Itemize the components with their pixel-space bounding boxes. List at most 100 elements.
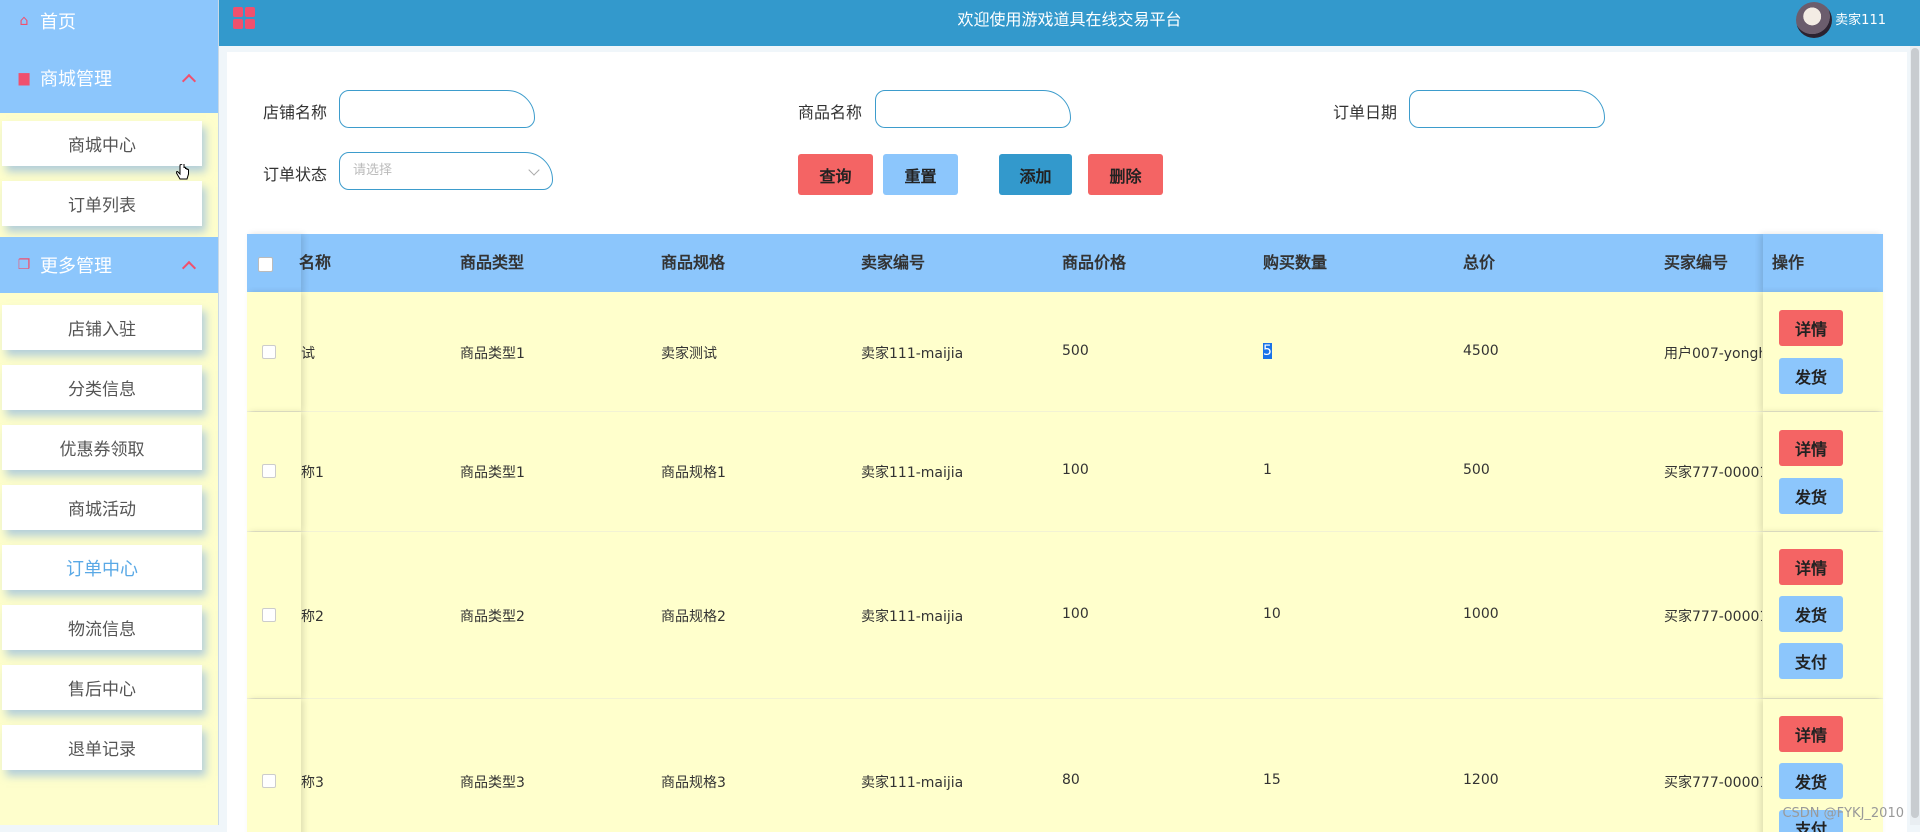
home-icon: ⌂ bbox=[19, 13, 29, 29]
sidebar: ⌂ 首页 ▆ 商城管理 商城中心 订单列表 ❐ 更多管理 店铺入驻 分类信息 优… bbox=[0, 0, 219, 825]
watermark: CSDN @FYKJ_2010 bbox=[1782, 806, 1904, 821]
query-button[interactable]: 查询 bbox=[798, 154, 873, 195]
app-title: 欢迎使用游戏道具在线交易平台 bbox=[957, 10, 1182, 29]
shop-name-input[interactable] bbox=[339, 90, 535, 128]
sidebar-item-order-center[interactable]: 订单中心 bbox=[2, 545, 202, 590]
sidebar-home-label: 首页 bbox=[40, 12, 76, 33]
cell-type: 商品类型3 bbox=[460, 775, 525, 791]
sidebar-group-mall[interactable]: ▆ 商城管理 bbox=[0, 42, 218, 113]
fixed-column-shadow bbox=[247, 234, 301, 292]
column-header: 商品价格 bbox=[1062, 253, 1127, 272]
ship-button[interactable]: 发货 bbox=[1779, 478, 1843, 514]
cell-qty: 5 bbox=[1263, 343, 1272, 359]
cell-total: 1000 bbox=[1463, 606, 1499, 622]
avatar[interactable] bbox=[1796, 2, 1832, 38]
user-name[interactable]: 卖家111 bbox=[1835, 0, 1886, 42]
order-status-placeholder: 请选择 bbox=[353, 163, 393, 178]
select-all-checkbox[interactable] bbox=[258, 257, 273, 272]
order-date-input[interactable] bbox=[1409, 90, 1605, 128]
cell-qty: 15 bbox=[1263, 772, 1281, 788]
detail-button[interactable]: 详情 bbox=[1779, 430, 1843, 466]
chevron-up-icon[interactable] bbox=[181, 260, 197, 276]
row-checkbox[interactable] bbox=[262, 345, 276, 359]
sidebar-item-refund-records[interactable]: 退单记录 bbox=[2, 725, 202, 770]
cell-qty: 10 bbox=[1263, 606, 1281, 622]
order-table: 名称 商品类型 商品规格 卖家编号 商品价格 购买数量 总价 买家编号 操作 试… bbox=[247, 234, 1883, 832]
cell-name: 试 bbox=[301, 346, 315, 362]
column-header: 买家编号 bbox=[1664, 253, 1729, 272]
actions-column-shadow bbox=[1763, 234, 1883, 292]
row-checkbox[interactable] bbox=[262, 608, 276, 622]
sidebar-item-after-sales[interactable]: 售后中心 bbox=[2, 665, 202, 710]
column-header: 卖家编号 bbox=[861, 253, 926, 272]
cell-qty: 1 bbox=[1263, 462, 1272, 478]
cell-name: 称2 bbox=[301, 609, 324, 625]
pay-button[interactable]: 支付 bbox=[1779, 643, 1843, 679]
detail-button[interactable]: 详情 bbox=[1779, 310, 1843, 346]
ship-button[interactable]: 发货 bbox=[1779, 358, 1843, 394]
reset-button[interactable]: 重置 bbox=[883, 154, 958, 195]
fixed-column-shadow bbox=[247, 699, 301, 832]
ship-button[interactable]: 发货 bbox=[1779, 763, 1843, 799]
sidebar-item-activities[interactable]: 商城活动 bbox=[2, 485, 202, 530]
sidebar-group-more[interactable]: ❐ 更多管理 bbox=[0, 237, 218, 293]
product-name-input[interactable] bbox=[875, 90, 1071, 128]
order-status-select[interactable]: 请选择 bbox=[339, 152, 553, 190]
table-row: 称2 商品类型2 商品规格2 卖家111-maijia 100 10 1000 … bbox=[247, 532, 1883, 699]
add-button[interactable]: 添加 bbox=[999, 154, 1072, 195]
cell-price: 80 bbox=[1062, 772, 1080, 788]
cell-type: 商品类型2 bbox=[460, 609, 525, 625]
cell-type: 商品类型1 bbox=[460, 346, 525, 362]
sidebar-home[interactable]: ⌂ 首页 bbox=[0, 0, 218, 42]
cell-name: 称3 bbox=[301, 775, 324, 791]
sidebar-item-mall-center[interactable]: 商城中心 bbox=[2, 121, 202, 166]
product-name-label: 商品名称 bbox=[798, 103, 863, 122]
cell-buyer: 用户007-yonghu bbox=[1664, 346, 1762, 362]
sidebar-item-coupons[interactable]: 优惠券领取 bbox=[2, 425, 202, 470]
hand-cursor-icon bbox=[176, 164, 189, 180]
page-scrollbar-thumb[interactable] bbox=[1911, 48, 1919, 818]
table-header: 名称 商品类型 商品规格 卖家编号 商品价格 购买数量 总价 买家编号 操作 bbox=[247, 234, 1883, 292]
delete-button[interactable]: 删除 bbox=[1088, 154, 1163, 195]
table-row: 试 商品类型1 卖家测试 卖家111-maijia 500 5 4500 用户0… bbox=[247, 292, 1883, 412]
table-row: 称1 商品类型1 商品规格1 卖家111-maijia 100 1 500 买家… bbox=[247, 412, 1883, 532]
cell-price: 500 bbox=[1062, 343, 1089, 359]
cell-spec: 商品规格2 bbox=[661, 609, 726, 625]
sidebar-item-shop-entry[interactable]: 店铺入驻 bbox=[2, 305, 202, 350]
shop-name-label: 店铺名称 bbox=[263, 103, 328, 122]
column-header: 商品规格 bbox=[661, 253, 726, 272]
cell-seller: 卖家111-maijia bbox=[861, 775, 964, 791]
cell-price: 100 bbox=[1062, 462, 1089, 478]
cell-name: 称1 bbox=[301, 465, 324, 481]
cell-buyer: 买家777-00001 bbox=[1664, 775, 1762, 791]
column-header: 总价 bbox=[1463, 253, 1496, 272]
table-row: 称3 商品类型3 商品规格3 卖家111-maijia 80 15 1200 买… bbox=[247, 699, 1883, 832]
cell-spec: 商品规格1 bbox=[661, 465, 726, 481]
submenu-more: 店铺入驻 分类信息 优惠券领取 商城活动 订单中心 物流信息 售后中心 退单记录 bbox=[0, 293, 218, 791]
cell-total: 500 bbox=[1463, 462, 1490, 478]
actions-cell: 详情 发货 bbox=[1763, 292, 1883, 411]
detail-button[interactable]: 详情 bbox=[1779, 716, 1843, 752]
top-header: 欢迎使用游戏道具在线交易平台 卖家111 bbox=[219, 0, 1920, 46]
actions-cell: 详情 发货 支付 bbox=[1763, 532, 1883, 698]
sidebar-item-logistics[interactable]: 物流信息 bbox=[2, 605, 202, 650]
cell-spec: 商品规格3 bbox=[661, 775, 726, 791]
cell-total: 4500 bbox=[1463, 343, 1499, 359]
cell-buyer: 买家777-00001 bbox=[1664, 465, 1762, 481]
chevron-up-icon[interactable] bbox=[181, 73, 197, 88]
row-checkbox[interactable] bbox=[262, 774, 276, 788]
order-status-label: 订单状态 bbox=[263, 165, 328, 184]
main-content: 店铺名称 商品名称 订单日期 订单状态 请选择 查询 重置 添加 删除 名称 商… bbox=[227, 52, 1907, 832]
column-header: 购买数量 bbox=[1263, 253, 1328, 272]
detail-button[interactable]: 详情 bbox=[1779, 549, 1843, 585]
sidebar-item-category[interactable]: 分类信息 bbox=[2, 365, 202, 410]
sidebar-item-order-list[interactable]: 订单列表 bbox=[2, 181, 202, 226]
chevron-down-icon bbox=[528, 164, 540, 176]
row-checkbox[interactable] bbox=[262, 464, 276, 478]
ship-button[interactable]: 发货 bbox=[1779, 596, 1843, 632]
sidebar-group-label: 更多管理 bbox=[40, 256, 112, 277]
copy-icon: ❐ bbox=[17, 257, 31, 273]
actions-cell: 详情 发货 bbox=[1763, 412, 1883, 531]
cell-seller: 卖家111-maijia bbox=[861, 465, 964, 481]
cell-spec: 卖家测试 bbox=[661, 346, 717, 362]
